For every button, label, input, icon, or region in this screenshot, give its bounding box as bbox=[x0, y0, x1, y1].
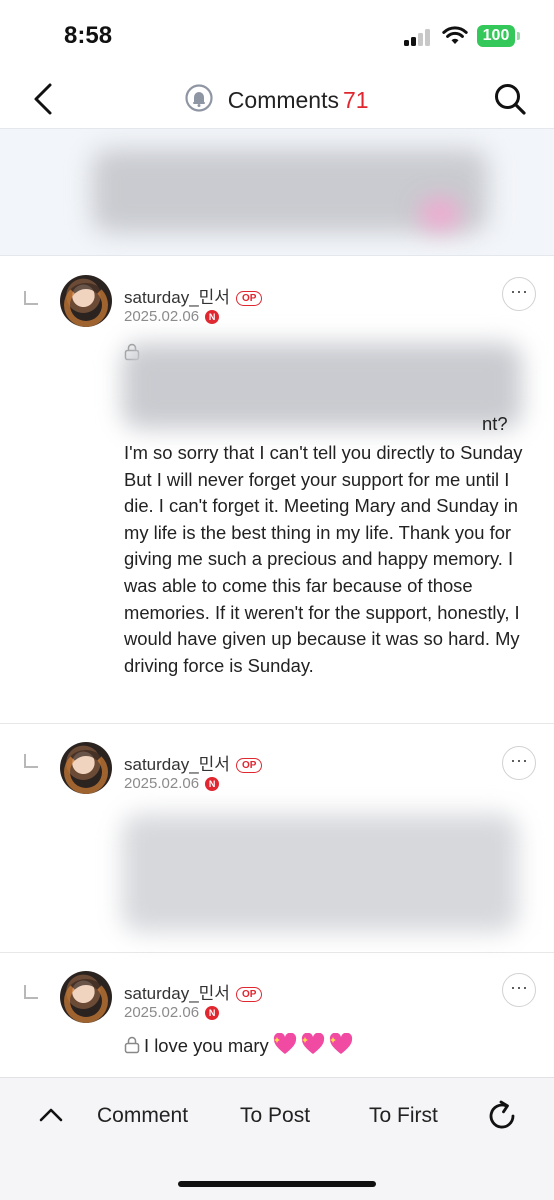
comment-button[interactable]: Comment bbox=[97, 1104, 188, 1128]
comment-count: 71 bbox=[343, 87, 369, 113]
lock-icon bbox=[124, 1036, 140, 1054]
title-label: Comments bbox=[227, 87, 339, 113]
reply-indicator-icon bbox=[24, 291, 38, 305]
reply-indicator-icon bbox=[24, 985, 38, 999]
header: Comments 71 bbox=[0, 70, 554, 128]
search-icon[interactable] bbox=[492, 81, 528, 117]
reply-indicator-icon bbox=[24, 754, 38, 768]
comment-date: 2025.02.06 N bbox=[124, 308, 220, 325]
avatar[interactable] bbox=[60, 275, 112, 327]
comment-username[interactable]: saturday_민서 OP bbox=[124, 750, 263, 775]
op-badge: OP bbox=[235, 758, 263, 773]
blurred-content bbox=[122, 814, 518, 932]
comment-username[interactable]: saturday_민서 OP bbox=[124, 283, 263, 308]
partial-text: nt? bbox=[482, 413, 508, 434]
op-badge: OP bbox=[235, 987, 263, 1002]
comment-item: saturday_민서 OP 2025.02.06 N ··· nt? I'm so… bbox=[0, 257, 554, 724]
to-post-button[interactable]: To Post bbox=[240, 1104, 310, 1128]
signal-icon bbox=[404, 28, 434, 46]
bell-icon[interactable] bbox=[185, 84, 214, 112]
to-first-button[interactable]: To First bbox=[369, 1104, 438, 1128]
op-badge: OP bbox=[235, 291, 263, 306]
comment-text-row: I love you mary bbox=[124, 1033, 524, 1060]
refresh-icon[interactable] bbox=[484, 1098, 520, 1134]
status-time: 8:58 bbox=[64, 22, 113, 49]
comment-username[interactable]: saturday_민서 OP bbox=[124, 979, 263, 1004]
username-label: saturday_민서 bbox=[124, 755, 230, 774]
status-bar: 8:58 100 bbox=[0, 0, 554, 70]
wifi-icon bbox=[442, 26, 468, 44]
sparkling-heart-icon bbox=[273, 1033, 296, 1054]
more-options-button[interactable]: ··· bbox=[502, 277, 536, 311]
comment-date: 2025.02.06 N bbox=[124, 775, 220, 792]
sparkling-heart-icon bbox=[301, 1033, 324, 1054]
comment-text: I love you mary bbox=[144, 1035, 269, 1056]
username-label: saturday_민서 bbox=[124, 984, 230, 1003]
page-title: Comments 71 bbox=[0, 84, 554, 114]
date-label: 2025.02.06 bbox=[124, 1004, 200, 1021]
comment-item: saturday_민서 OP 2025.02.06 N ··· I love you… bbox=[0, 953, 554, 1077]
date-label: 2025.02.06 bbox=[124, 308, 200, 325]
new-badge: N bbox=[205, 1006, 220, 1020]
avatar[interactable] bbox=[60, 742, 112, 794]
more-options-button[interactable]: ··· bbox=[502, 973, 536, 1007]
avatar[interactable] bbox=[60, 971, 112, 1023]
more-options-button[interactable]: ··· bbox=[502, 746, 536, 780]
blurred-content bbox=[420, 199, 460, 229]
battery-tip bbox=[517, 32, 520, 40]
comment-date: 2025.02.06 N bbox=[124, 1004, 220, 1021]
battery-icon: 100 bbox=[477, 25, 515, 47]
comment-item: saturday_민서 OP 2025.02.06 N ··· bbox=[0, 724, 554, 953]
comment-text: I'm so sorry that I can't tell you direc… bbox=[124, 442, 523, 676]
blurred-content bbox=[122, 343, 522, 429]
new-badge: N bbox=[205, 310, 220, 324]
date-label: 2025.02.06 bbox=[124, 775, 200, 792]
chevron-up-icon[interactable] bbox=[38, 1106, 64, 1124]
pinned-notice-blurred bbox=[0, 128, 554, 256]
username-label: saturday_민서 bbox=[124, 288, 230, 307]
home-indicator bbox=[178, 1181, 376, 1187]
sparkling-heart-icon bbox=[329, 1033, 352, 1054]
new-badge: N bbox=[205, 777, 220, 791]
